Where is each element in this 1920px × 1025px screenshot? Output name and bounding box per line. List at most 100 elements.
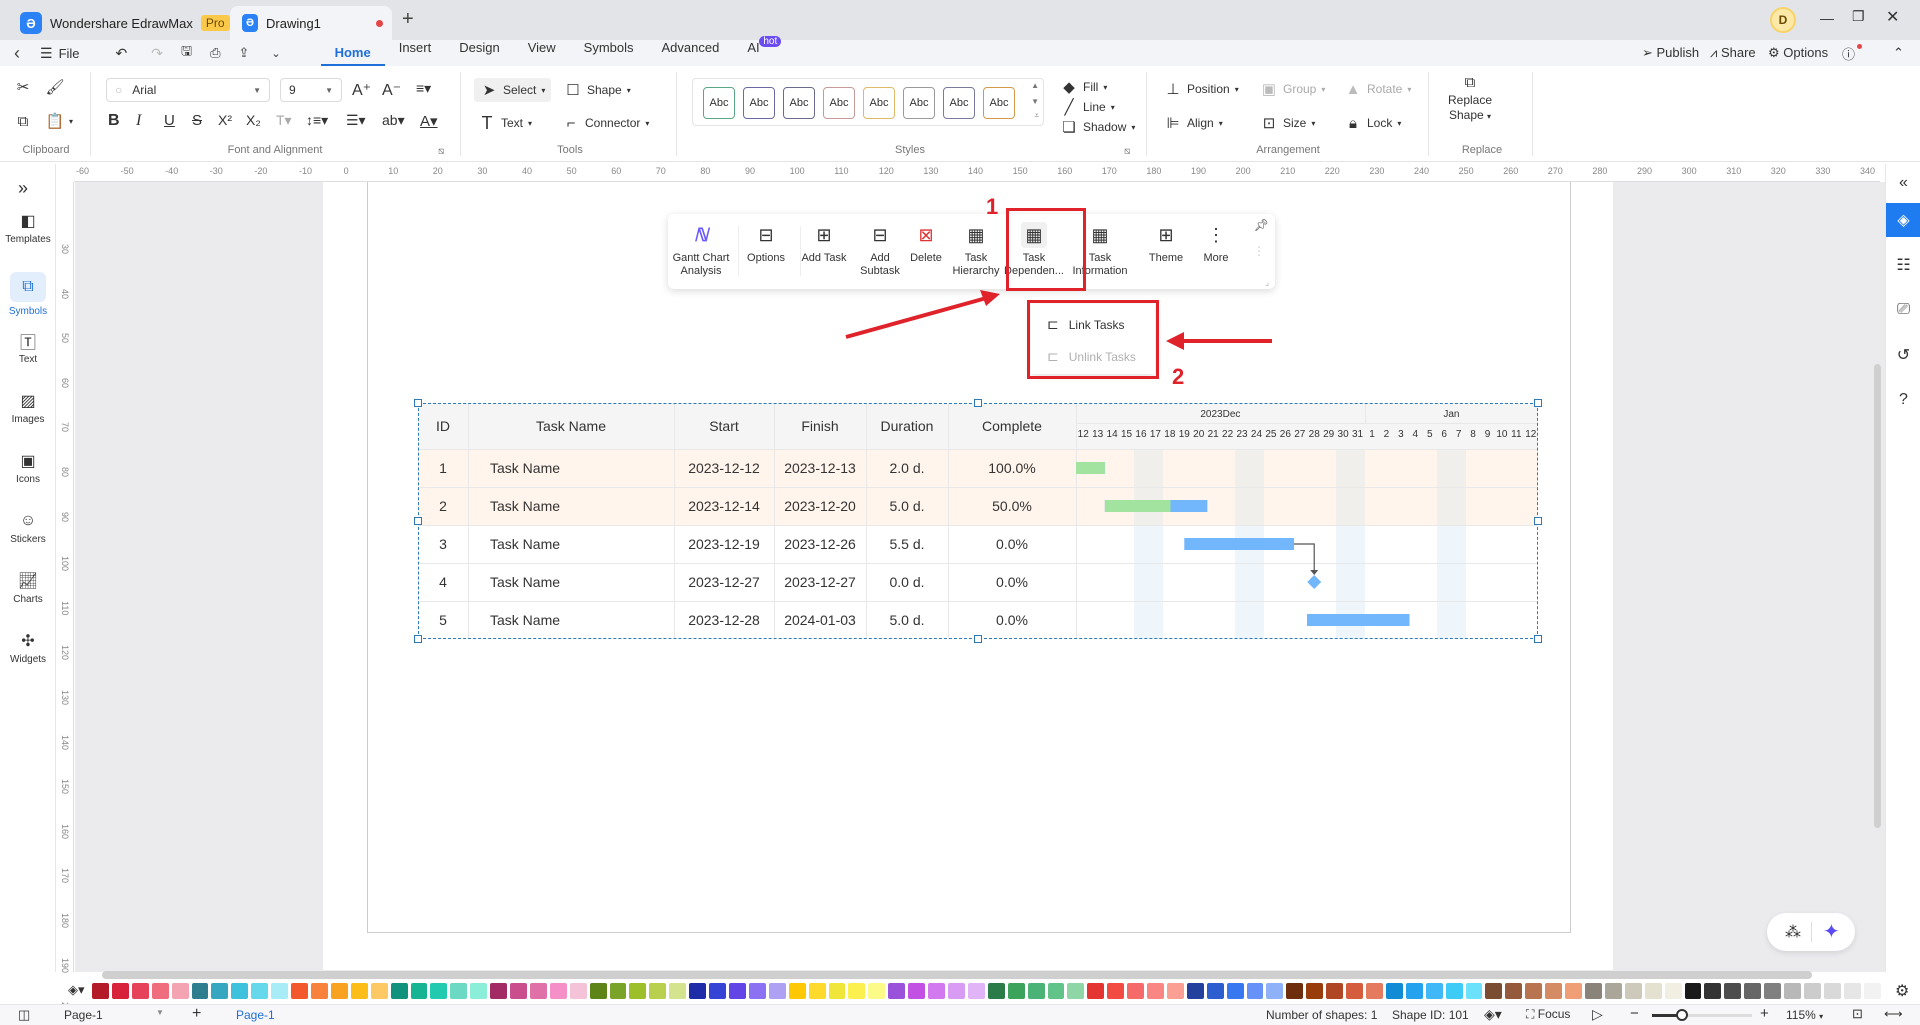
expand-sidebar-icon[interactable]: » xyxy=(18,178,28,199)
color-swatch[interactable] xyxy=(1346,983,1363,999)
color-swatch[interactable] xyxy=(1326,983,1344,999)
bold-icon[interactable]: B xyxy=(108,112,120,130)
file-menu[interactable]: File xyxy=(59,46,80,61)
options-button[interactable]: ⚙ Options xyxy=(1768,45,1828,61)
color-swatch[interactable] xyxy=(1186,983,1204,999)
color-swatch[interactable] xyxy=(1246,983,1264,999)
color-swatch[interactable] xyxy=(1505,983,1523,999)
app-tab[interactable]: Ə Wondershare EdrawMax Pro xyxy=(8,6,242,40)
color-swatch[interactable] xyxy=(231,983,249,999)
underline-icon[interactable]: U xyxy=(164,112,175,129)
color-swatch[interactable] xyxy=(1067,983,1085,999)
color-swatch[interactable] xyxy=(748,983,766,999)
color-swatch[interactable] xyxy=(1784,983,1801,999)
size-button[interactable]: ⊡ Size ▾ xyxy=(1260,114,1316,132)
task-hierarchy-button[interactable]: ▦ Task Hierarchy xyxy=(948,222,1004,278)
add-page-button[interactable]: + xyxy=(192,1005,201,1023)
style-preset-2[interactable]: Abc xyxy=(743,87,775,119)
resize-handle[interactable] xyxy=(1534,399,1542,407)
tab-design[interactable]: Design xyxy=(445,40,513,66)
color-swatch[interactable] xyxy=(1803,983,1821,999)
line-spacing-icon[interactable]: ↕≡▾ xyxy=(306,112,328,129)
palette-settings-icon[interactable]: ⚙ xyxy=(1895,981,1909,1001)
expand-gallery-icon[interactable]: ⩡ xyxy=(1034,111,1039,121)
color-swatch[interactable] xyxy=(709,983,726,999)
color-swatch[interactable] xyxy=(987,983,1005,999)
color-swatch[interactable] xyxy=(490,983,508,999)
color-swatch[interactable] xyxy=(1206,983,1224,999)
style-preset-4[interactable]: Abc xyxy=(823,87,855,119)
line-button[interactable]: ╱ Line ▾ xyxy=(1060,98,1114,116)
color-swatch[interactable] xyxy=(1166,983,1184,999)
color-swatch[interactable] xyxy=(669,983,687,999)
align-button[interactable]: ⊫ Align ▾ xyxy=(1164,114,1222,132)
color-swatch[interactable] xyxy=(1266,983,1284,999)
position-button[interactable]: ⊥ Position ▾ xyxy=(1164,80,1238,98)
style-preset-7[interactable]: Abc xyxy=(943,87,975,119)
collapse-icon[interactable]: « xyxy=(1886,166,1920,200)
zoom-in-icon[interactable]: + xyxy=(1760,1005,1769,1022)
theme-button[interactable]: ⊞ Theme xyxy=(1138,222,1194,265)
color-swatch[interactable] xyxy=(629,983,647,999)
ai-sparkle-icon[interactable]: ✦ xyxy=(1823,919,1840,944)
tab-ai[interactable]: AI hot xyxy=(733,36,782,66)
magic-wand-icon[interactable]: ⁂ xyxy=(1785,922,1801,942)
color-swatch[interactable] xyxy=(1604,983,1622,999)
color-swatch[interactable] xyxy=(310,983,328,999)
delete-button[interactable]: ⊠ Delete xyxy=(898,222,954,265)
connector-button[interactable]: ⌐ Connector ▾ xyxy=(562,114,650,132)
tab-view[interactable]: View xyxy=(514,40,570,66)
color-swatch[interactable] xyxy=(1127,983,1145,999)
color-swatch[interactable] xyxy=(609,983,627,999)
color-swatch[interactable] xyxy=(589,983,607,999)
color-swatch[interactable] xyxy=(1764,983,1782,999)
italic-icon[interactable]: I xyxy=(136,112,141,130)
color-swatch[interactable] xyxy=(1704,983,1722,999)
page-icon[interactable]: ☷ xyxy=(1886,248,1920,282)
shadow-button[interactable]: ❏ Shadow ▾ xyxy=(1060,118,1135,136)
share-button[interactable]: ⩘ Share xyxy=(1710,45,1756,61)
font-color-icon[interactable]: A▾ xyxy=(420,112,438,130)
color-swatch[interactable] xyxy=(1465,983,1483,999)
color-swatch[interactable] xyxy=(729,983,746,999)
menu-icon[interactable]: ☰ xyxy=(40,45,53,62)
color-swatch[interactable] xyxy=(828,983,846,999)
page-tab-page-1[interactable]: Page-1 xyxy=(236,1008,275,1022)
undo-icon[interactable]: ↶ xyxy=(116,45,128,62)
page-select[interactable]: Page-1 ▼ xyxy=(64,1008,164,1022)
color-swatch[interactable] xyxy=(211,983,229,999)
color-swatch[interactable] xyxy=(868,983,886,999)
group-button[interactable]: ▣ Group ▾ xyxy=(1260,80,1325,98)
color-swatch[interactable] xyxy=(430,983,448,999)
color-swatch[interactable] xyxy=(1425,983,1443,999)
color-swatch[interactable] xyxy=(529,983,547,999)
color-swatch[interactable] xyxy=(390,983,408,999)
color-swatch[interactable] xyxy=(1047,983,1065,999)
format-painter-icon[interactable]: 🖌 xyxy=(45,78,64,96)
color-swatch[interactable] xyxy=(1107,983,1125,999)
color-swatch[interactable] xyxy=(569,983,587,999)
resize-corner-icon[interactable]: ⌟ xyxy=(1265,278,1269,287)
subscript-icon[interactable]: X₂ xyxy=(246,112,261,128)
zoom-slider-thumb[interactable] xyxy=(1676,1009,1688,1021)
color-swatch[interactable] xyxy=(1385,983,1403,999)
close-icon[interactable]: ✕ xyxy=(1886,7,1899,27)
text-button[interactable]: T Text ▾ xyxy=(478,113,533,133)
expand-font-dialog-icon[interactable]: ⧅ xyxy=(438,146,444,157)
color-swatch[interactable] xyxy=(1525,983,1543,999)
focus-button[interactable]: ⛶ Focus xyxy=(1526,1007,1570,1022)
fit-width-icon[interactable]: ⟷ xyxy=(1884,1006,1903,1022)
save-icon[interactable]: 🖫 xyxy=(181,42,192,64)
tab-advanced[interactable]: Advanced xyxy=(648,40,734,66)
color-swatch[interactable] xyxy=(689,983,707,999)
color-swatch[interactable] xyxy=(1684,983,1702,999)
color-swatch[interactable] xyxy=(928,983,945,999)
color-swatch[interactable] xyxy=(1863,983,1881,999)
color-swatch[interactable] xyxy=(768,983,786,999)
color-swatch[interactable] xyxy=(1724,983,1742,999)
color-swatch[interactable] xyxy=(1565,983,1582,999)
copy-icon[interactable]: ⧉ xyxy=(14,112,32,130)
text-style-icon[interactable]: T▾ xyxy=(276,112,292,129)
horizontal-scrollbar[interactable] xyxy=(102,971,1812,979)
presentation-icon[interactable]: ⎚ xyxy=(1886,293,1920,327)
